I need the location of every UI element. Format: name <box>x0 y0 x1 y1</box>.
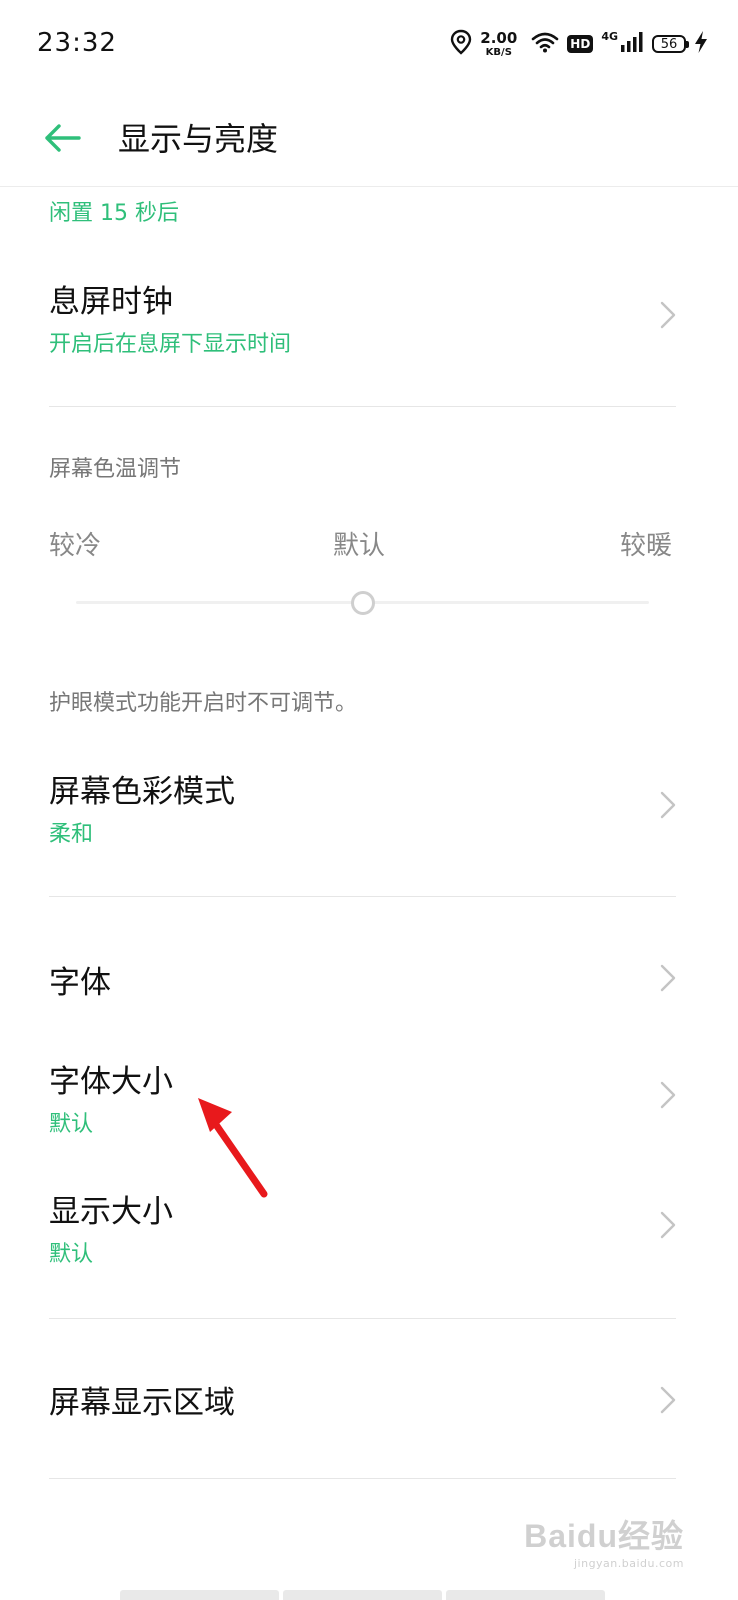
font-size-item[interactable]: 字体大小 默认 <box>0 1040 738 1160</box>
network-type: 4G <box>601 29 618 43</box>
watermark-logo: Baidu经验 <box>524 1518 684 1554</box>
screen-timeout-value: 闲置 15 秒后 <box>49 201 179 226</box>
screen-timeout-item[interactable]: 闲置 15 秒后 <box>0 186 738 242</box>
screen-display-area-title: 屏幕显示区域 <box>49 1385 235 1421</box>
nav-bar-hint <box>120 1590 605 1600</box>
divider <box>49 1478 676 1479</box>
settings-screen: 23:32 2.00 KB/S HD 4G 56 显示与亮度 闲置 15 秒后 … <box>0 0 738 1600</box>
aod-clock-title: 息屏时钟 <box>49 284 173 320</box>
nav-hint-segment <box>283 1590 442 1600</box>
hd-icon: HD <box>567 35 594 53</box>
font-size-value: 默认 <box>49 1112 94 1137</box>
watermark-url: jingyan.baidu.com <box>573 1557 684 1570</box>
speed-unit: KB/S <box>485 46 512 58</box>
signal-icon <box>620 31 644 57</box>
color-temp-cool-label: 较冷 <box>49 531 102 561</box>
status-bar: 23:32 2.00 KB/S HD 4G 56 <box>0 0 738 90</box>
color-mode-title: 屏幕色彩模式 <box>49 774 235 810</box>
color-temp-slider-thumb[interactable] <box>350 591 375 615</box>
screen-display-area-item[interactable]: 屏幕显示区域 <box>0 1355 738 1445</box>
color-mode-item[interactable]: 屏幕色彩模式 柔和 <box>0 752 738 872</box>
color-temp-default-label: 默认 <box>333 531 386 561</box>
font-item[interactable]: 字体 <box>0 935 738 1025</box>
app-bar: 显示与亮度 <box>0 90 738 187</box>
location-icon <box>450 29 472 59</box>
battery-level: 56 <box>660 36 678 52</box>
divider <box>49 1318 676 1319</box>
chevron-right-icon <box>660 1081 676 1109</box>
chevron-right-icon <box>660 964 676 992</box>
font-title: 字体 <box>49 965 111 1001</box>
font-size-title: 字体大小 <box>49 1064 173 1100</box>
chevron-right-icon <box>660 301 676 329</box>
aod-clock-subtitle: 开启后在息屏下显示时间 <box>49 332 292 357</box>
color-temp-section-label: 屏幕色温调节 <box>49 457 182 482</box>
display-size-item[interactable]: 显示大小 默认 <box>0 1170 738 1290</box>
back-arrow-icon <box>45 124 81 152</box>
wifi-icon <box>531 31 559 57</box>
nav-hint-segment <box>120 1590 279 1600</box>
chevron-right-icon <box>660 1211 676 1239</box>
watermark: Baidu经验 jingyan.baidu.com <box>524 1511 684 1570</box>
network-speed: 2.00 KB/S <box>480 28 518 58</box>
color-mode-value: 柔和 <box>49 822 94 847</box>
status-icons: 2.00 KB/S HD 4G 56 <box>450 26 708 62</box>
color-temp-note: 护眼模式功能开启时不可调节。 <box>49 691 358 716</box>
divider <box>49 896 676 897</box>
color-temp-warm-label: 较暖 <box>620 531 673 561</box>
nav-hint-segment <box>446 1590 605 1600</box>
charging-icon <box>694 30 708 58</box>
aod-clock-item[interactable]: 息屏时钟 开启后在息屏下显示时间 <box>0 262 738 382</box>
chevron-right-icon <box>660 1386 676 1414</box>
battery-icon: 56 <box>652 35 689 53</box>
divider <box>49 406 676 407</box>
back-button[interactable] <box>40 116 84 160</box>
display-size-title: 显示大小 <box>49 1194 173 1230</box>
speed-value: 2.00 <box>480 28 518 47</box>
display-size-value: 默认 <box>49 1242 94 1267</box>
annotation-arrow-icon <box>198 1098 268 1198</box>
page-title: 显示与亮度 <box>118 120 279 158</box>
status-time: 23:32 <box>37 28 117 58</box>
chevron-right-icon <box>660 791 676 819</box>
